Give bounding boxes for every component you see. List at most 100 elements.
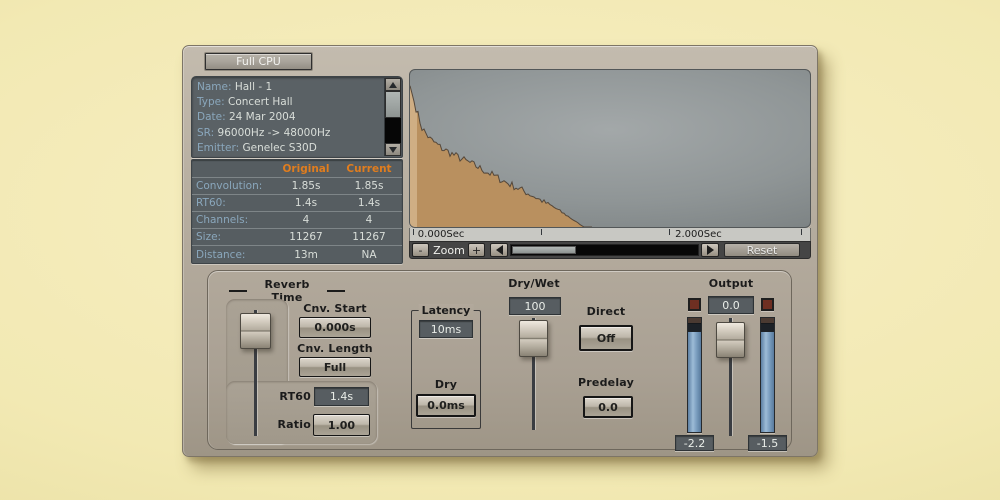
clip-indicator-left[interactable] — [688, 298, 701, 311]
current-value: 4 — [338, 214, 400, 226]
rt60-value-display[interactable]: 1.4s — [314, 387, 369, 406]
predelay-label: Predelay — [575, 376, 637, 389]
waveform-section: 0.000Sec2.000Sec - Zoom + Reset — [409, 69, 811, 259]
output-gain-display[interactable]: 0.0 — [708, 296, 754, 314]
arrow-down-icon — [389, 147, 397, 153]
current-value: 11267 — [338, 231, 400, 243]
output-meter-left — [687, 317, 702, 433]
arrow-up-icon — [389, 82, 397, 88]
direct-toggle-button[interactable]: Off — [579, 325, 633, 351]
ir-info-panel: Name: Hall - 1Type: Concert HallDate: 24… — [191, 76, 403, 158]
info-field-label: Name: — [197, 81, 232, 93]
output-meter-right — [760, 317, 775, 433]
predelay-value[interactable]: 0.0 — [583, 396, 633, 418]
zoom-bar: - Zoom + Reset — [409, 241, 811, 259]
row-label: Distance: — [192, 249, 274, 261]
output-label: Output — [703, 277, 759, 290]
info-field: Name: Hall - 1 — [197, 80, 382, 95]
arrow-right-icon — [707, 245, 714, 255]
row-label: Size: — [192, 231, 274, 243]
ratio-label: Ratio — [273, 418, 311, 431]
info-field-value: 24 Mar 2004 — [226, 111, 296, 123]
info-field-label: Date: — [197, 111, 226, 123]
scroll-up-button[interactable] — [385, 78, 401, 91]
info-scrollbar-thumb[interactable] — [385, 91, 401, 118]
title-dash-right — [327, 290, 345, 292]
info-field: SR: 96000Hz -> 48000Hz — [197, 126, 382, 141]
info-field-label: Emitter: — [197, 142, 239, 154]
latency-label: Latency — [419, 304, 474, 317]
meter-headroom-segment — [688, 324, 701, 331]
cnv-length-value[interactable]: Full — [299, 357, 371, 377]
row-label: Channels: — [192, 214, 274, 226]
arrow-left-icon — [496, 245, 503, 255]
zoom-label: Zoom — [431, 243, 467, 258]
cnv-length-label: Cnv. Length — [291, 342, 379, 355]
waveform-scrollbar-track[interactable] — [510, 244, 699, 256]
meter-headroom-segment — [761, 324, 774, 331]
original-value: 1.85s — [274, 180, 338, 192]
column-header: Current — [338, 163, 400, 175]
time-tick — [541, 229, 542, 235]
dry-latency-value[interactable]: 0.0ms — [416, 394, 476, 417]
time-ruler: 0.000Sec2.000Sec — [409, 228, 811, 241]
clip-indicator-right[interactable] — [761, 298, 774, 311]
table-row: Convolution:1.85s1.85s — [192, 177, 402, 194]
title-dash-left — [229, 290, 247, 292]
dry-wet-value-display[interactable]: 100 — [509, 297, 561, 315]
info-field-label: SR: — [197, 127, 214, 139]
info-field-value: 96000Hz -> 48000Hz — [214, 127, 330, 139]
latency-value-display[interactable]: 10ms — [419, 320, 473, 338]
decay-envelope — [410, 70, 810, 227]
scroll-down-button[interactable] — [385, 143, 401, 156]
info-field: Type: Concert Hall — [197, 95, 382, 110]
dry-wet-label: Dry/Wet — [501, 277, 567, 290]
original-value: 4 — [274, 214, 338, 226]
info-field: Date: 24 Mar 2004 — [197, 110, 382, 125]
zoom-in-button[interactable]: + — [468, 243, 485, 257]
table-header-row: OriginalCurrent — [192, 160, 402, 177]
original-value: 1.4s — [274, 197, 338, 209]
table-row: Channels:44 — [192, 211, 402, 228]
output-fader-handle[interactable] — [716, 322, 745, 358]
waveform-scrollbar-thumb[interactable] — [512, 246, 576, 254]
scroll-left-button[interactable] — [490, 243, 508, 257]
reset-button[interactable]: Reset — [724, 243, 800, 257]
table-row: RT60:1.4s1.4s — [192, 194, 402, 211]
dry-label: Dry — [411, 378, 481, 391]
impulse-response-display — [409, 69, 811, 228]
meter-readout-right[interactable]: -1.5 — [748, 435, 787, 451]
current-value: NA — [338, 249, 400, 261]
zoom-out-button[interactable]: - — [412, 243, 429, 257]
cnv-start-label: Cnv. Start — [295, 302, 375, 315]
cnv-start-value[interactable]: 0.000s — [299, 317, 371, 338]
info-field-value: Hall - 1 — [232, 81, 273, 93]
time-label: 0.000Sec — [418, 228, 465, 241]
plugin-window: Full CPU Name: Hall - 1Type: Concert Hal… — [182, 45, 818, 457]
original-value: 13m — [274, 249, 338, 261]
full-cpu-button[interactable]: Full CPU — [205, 53, 312, 70]
reverb-time-fader-handle[interactable] — [240, 313, 271, 349]
current-value: 1.4s — [338, 197, 400, 209]
meter-level-fill — [761, 332, 774, 432]
table-row: Size:1126711267 — [192, 228, 402, 245]
meter-level-fill — [688, 332, 701, 432]
ir-info-list: Name: Hall - 1Type: Concert HallDate: 24… — [197, 80, 382, 156]
time-tick — [801, 229, 802, 235]
ir-properties-table: OriginalCurrentConvolution:1.85s1.85sRT6… — [191, 159, 403, 264]
meter-readout-left[interactable]: -2.2 — [675, 435, 714, 451]
rt60-label: RT60 — [275, 390, 311, 403]
original-value: 11267 — [274, 231, 338, 243]
ratio-value[interactable]: 1.00 — [313, 414, 370, 436]
time-tick — [669, 229, 670, 235]
row-label: RT60: — [192, 197, 274, 209]
time-tick — [413, 229, 414, 235]
dry-wet-fader-handle[interactable] — [519, 320, 548, 357]
info-scrollbar-track[interactable] — [385, 91, 401, 143]
info-field: Emitter: Genelec S30D — [197, 141, 382, 156]
current-value: 1.85s — [338, 180, 400, 192]
info-field-label: Type: — [197, 96, 225, 108]
info-scrollbar[interactable] — [384, 78, 401, 156]
info-field-value: Concert Hall — [225, 96, 293, 108]
scroll-right-button[interactable] — [701, 243, 719, 257]
